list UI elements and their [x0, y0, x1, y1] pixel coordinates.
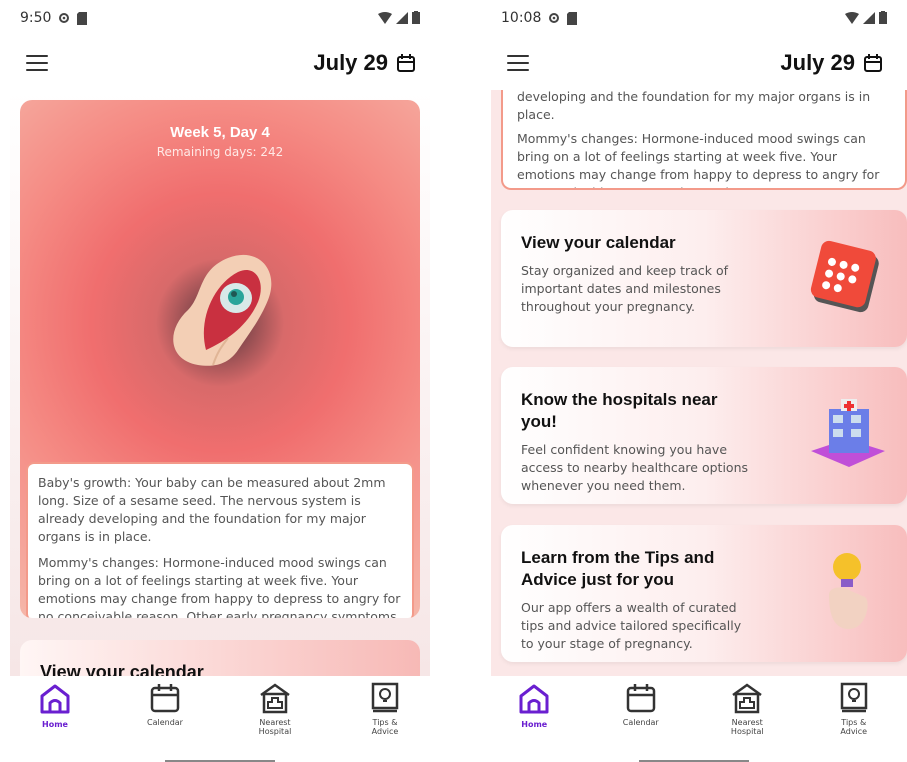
signal-icon [396, 11, 408, 24]
settings-icon [549, 13, 560, 23]
feature-description: Our app offers a wealth of curated tips … [521, 600, 742, 651]
hospital-icon [732, 683, 762, 714]
sd-card-icon [567, 11, 578, 25]
status-time: 10:08 [501, 10, 542, 26]
nav-calendar[interactable]: Calendar [601, 682, 681, 727]
left-phone-screen: 9:50 July 29 Week 5, Day 4 Remaining day… [0, 0, 440, 762]
hospital-3d-icon [811, 399, 885, 467]
feature-description: Feel confident knowing you have access t… [521, 442, 749, 493]
nav-tips-advice[interactable]: Tips & Advice [814, 682, 894, 736]
status-time: 9:50 [20, 10, 52, 26]
wifi-icon [845, 11, 859, 24]
menu-icon[interactable] [26, 55, 48, 71]
nav-tips-advice[interactable]: Tips & Advice [345, 682, 425, 736]
home-scroll-content[interactable]: Week 5, Day 4 Remaining days: 242 Baby's… [10, 90, 430, 676]
date-header: July 29 [780, 50, 883, 76]
home-icon [40, 684, 70, 714]
week-info-box[interactable]: developing and the foundation for my maj… [501, 90, 907, 190]
battery-icon [879, 11, 887, 24]
feature-description: Stay organized and keep track of importa… [521, 263, 728, 314]
sd-card-icon [77, 11, 88, 25]
app-bar: July 29 [481, 36, 907, 90]
mommy-changes-text: Mommy's changes: Hormone-induced mood sw… [38, 555, 401, 618]
lightbulb-hand-icon [829, 553, 868, 629]
status-bar: 10:08 [481, 0, 907, 36]
baby-growth-text: Baby's growth: Your baby can be measured… [38, 475, 386, 544]
bottom-navigation: Home Calendar Nearest Hospital Tips & Ad… [481, 676, 907, 736]
feature-title: Know the hospitals near you! [521, 390, 718, 431]
view-calendar-card[interactable]: View your calendar [20, 640, 420, 676]
week-title: Week 5, Day 4 [170, 124, 270, 141]
calendar-icon [150, 684, 180, 713]
calendar-icon [626, 684, 655, 713]
tips-book-icon [371, 682, 399, 713]
feature-title: View your calendar [521, 233, 676, 252]
hospitals-card[interactable]: Know the hospitals near you! Feel confid… [501, 367, 907, 504]
battery-icon [412, 11, 420, 24]
settings-icon [59, 13, 70, 23]
nav-calendar[interactable]: Calendar [125, 682, 205, 727]
pregnancy-week-card: Week 5, Day 4 Remaining days: 242 Baby's… [20, 100, 420, 618]
home-icon [519, 684, 549, 714]
nav-nearest-hospital[interactable]: Nearest Hospital [707, 682, 787, 736]
nav-home[interactable]: Home [494, 682, 574, 729]
app-bar: July 29 [0, 36, 440, 90]
calendar-icon[interactable] [863, 53, 883, 73]
nav-nearest-hospital[interactable]: Nearest Hospital [235, 682, 315, 736]
bottom-navigation: Home Calendar Nearest Hospital Tips & Ad… [0, 676, 440, 736]
hospital-icon [260, 683, 290, 714]
wifi-icon [378, 11, 392, 24]
embryo-illustration [173, 254, 272, 366]
week-info-box[interactable]: Baby's growth: Your baby can be measured… [26, 462, 414, 618]
feature-title: Learn from the Tips and Advice just for … [521, 548, 715, 589]
mommy-changes-text: Mommy's changes: Hormone-induced mood sw… [517, 131, 880, 188]
signal-icon [863, 11, 875, 24]
home-scroll-content[interactable]: developing and the foundation for my maj… [491, 90, 907, 676]
baby-growth-text-tail: developing and the foundation for my maj… [517, 90, 871, 122]
nav-home[interactable]: Home [15, 682, 95, 729]
menu-icon[interactable] [507, 55, 529, 71]
view-calendar-card[interactable]: View your calendar Stay organized and ke… [501, 210, 907, 347]
right-phone-screen: 10:08 July 29 developing and the foundat… [481, 0, 907, 762]
calendar-3d-icon [810, 240, 879, 313]
date-header: July 29 [313, 50, 416, 76]
tips-book-icon [840, 682, 867, 713]
calendar-icon[interactable] [396, 53, 416, 73]
status-bar: 9:50 [0, 0, 440, 36]
tips-advice-card[interactable]: Learn from the Tips and Advice just for … [501, 525, 907, 662]
remaining-days: Remaining days: 242 [156, 145, 284, 159]
